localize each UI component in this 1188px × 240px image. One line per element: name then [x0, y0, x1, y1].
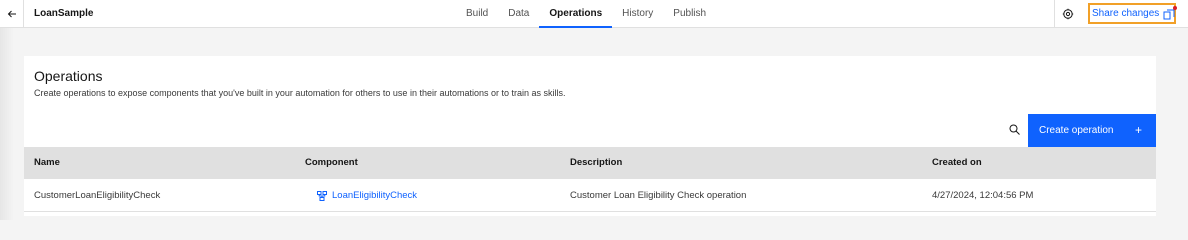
tab-history[interactable]: History [612, 0, 663, 28]
tab-operations[interactable]: Operations [539, 0, 612, 28]
search-button[interactable] [1000, 114, 1028, 144]
column-header-description[interactable]: Description [570, 147, 622, 179]
page-title: Operations [34, 68, 103, 84]
settings-icon [1062, 8, 1073, 20]
page-description: Create operations to expose components t… [34, 88, 566, 98]
tab-build[interactable]: Build [456, 0, 498, 28]
create-operation-button[interactable]: Create operation + [1028, 114, 1156, 147]
column-header-created-on[interactable]: Created on [932, 147, 982, 179]
share-changes-label: Share changes [1092, 8, 1160, 19]
column-header-component[interactable]: Component [305, 147, 358, 179]
settings-button[interactable] [1054, 0, 1080, 28]
cell-component-link[interactable]: LoanEligibilityCheck [317, 179, 417, 212]
cell-description: Customer Loan Eligibility Check operatio… [570, 190, 747, 201]
component-flow-icon [317, 190, 327, 201]
arrow-left-icon [7, 10, 16, 18]
back-button[interactable] [0, 0, 24, 28]
share-changes-icon [1163, 5, 1178, 20]
share-changes-button[interactable]: Share changes [1088, 3, 1178, 24]
tab-bar: Build Data Operations History Publish [456, 0, 716, 28]
cell-name: CustomerLoanEligibilityCheck [34, 190, 161, 201]
tab-data[interactable]: Data [498, 0, 539, 28]
add-icon: + [1134, 123, 1142, 137]
search-icon [1009, 124, 1020, 135]
left-panel-edge [0, 28, 14, 220]
cell-created-on: 4/27/2024, 12:04:56 PM [932, 190, 1034, 201]
column-header-name[interactable]: Name [34, 147, 60, 179]
table-row[interactable]: CustomerLoanEligibilityCheck LoanEligibi… [24, 179, 1156, 212]
app-name: LoanSample [34, 8, 94, 19]
tab-publish[interactable]: Publish [663, 0, 716, 28]
notification-dot [1173, 5, 1178, 10]
create-operation-label: Create operation [1039, 125, 1114, 136]
top-bar: LoanSample Build Data Operations History… [0, 0, 1188, 28]
table-header: Name Component Description Created on [24, 147, 1156, 179]
component-link-label: LoanEligibilityCheck [332, 190, 418, 201]
operations-panel: Operations Create operations to expose c… [24, 56, 1156, 216]
